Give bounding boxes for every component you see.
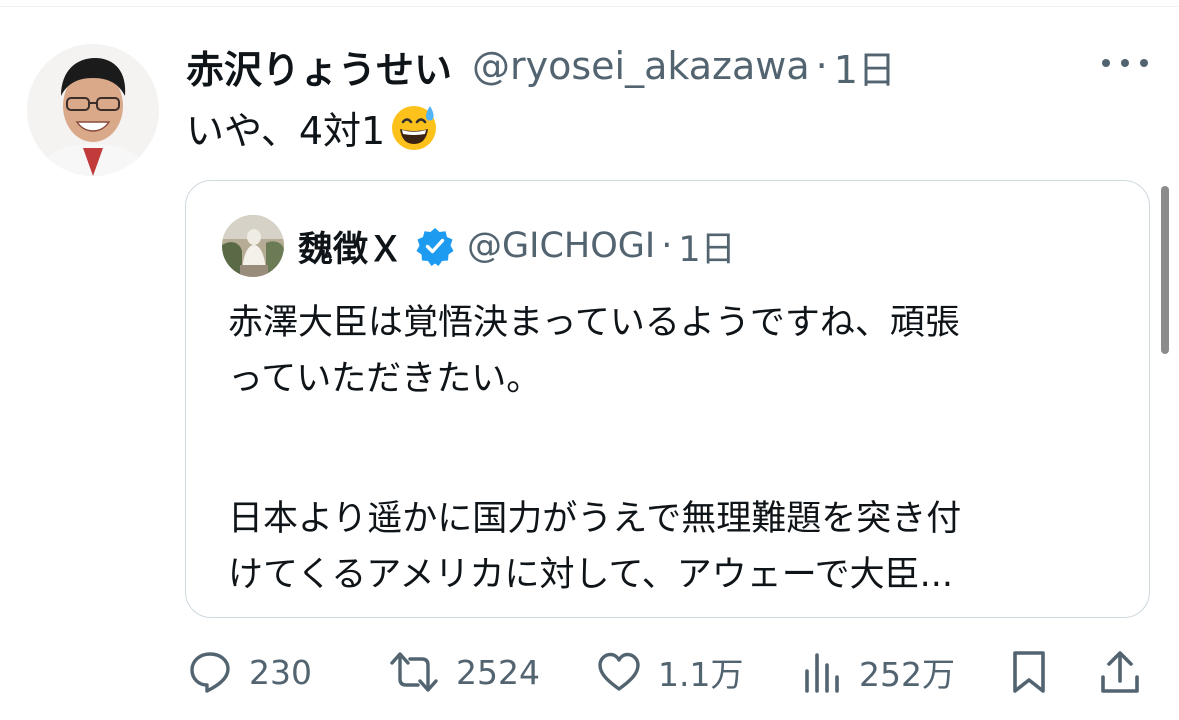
- tweet-view: 赤沢りょうせい @ryosei_akazawa · 1日 いや、4対1 魏徴Ｘ …: [0, 0, 1179, 720]
- retweet-button[interactable]: 2524: [388, 640, 540, 704]
- tweet-time[interactable]: 1日: [834, 39, 896, 94]
- heart-icon: [596, 649, 642, 695]
- views-count: 252万: [859, 655, 955, 694]
- tweet-header: 赤沢りょうせい @ryosei_akazawa · 1日: [186, 38, 896, 94]
- verified-badge-icon[interactable]: [415, 226, 455, 266]
- divider: [0, 6, 1179, 7]
- tweet-text-content: いや、4対1: [186, 108, 386, 153]
- quoted-tweet-text: 赤澤大臣は覚悟決まっているようですね、頑張 っていただきたい。 日本より遥かに国…: [228, 295, 1118, 603]
- quoted-text-line: っていただきたい。: [228, 359, 542, 399]
- more-options-icon[interactable]: [1102, 50, 1148, 76]
- reply-button[interactable]: 230: [187, 640, 312, 704]
- share-button[interactable]: [1098, 640, 1142, 704]
- share-icon: [1098, 649, 1142, 695]
- quoted-author-avatar[interactable]: [222, 215, 284, 277]
- separator-dot: ·: [661, 226, 673, 266]
- author-avatar[interactable]: [27, 44, 159, 176]
- views-button[interactable]: 252万: [801, 640, 955, 704]
- quoted-tweet-card[interactable]: 魏徴Ｘ @GICHOGI · 1日 赤澤大臣は覚悟決まっているようですね、頑張 …: [185, 180, 1150, 618]
- quoted-author-name[interactable]: 魏徴Ｘ: [298, 221, 403, 272]
- retweet-icon: [388, 649, 440, 695]
- quoted-tweet-header: 魏徴Ｘ @GICHOGI · 1日: [298, 221, 736, 271]
- reply-icon: [187, 649, 233, 695]
- quoted-text-line: 日本より遥かに国力がうえで無理難題を突き付: [228, 499, 962, 539]
- like-button[interactable]: 1.1万: [596, 640, 743, 704]
- grinning-face-with-sweat-icon: [389, 102, 439, 152]
- action-bar: 230 2524 1.1万 252万: [185, 640, 1145, 704]
- bookmark-button[interactable]: [1009, 640, 1049, 704]
- quoted-author-handle[interactable]: @GICHOGI: [467, 226, 655, 266]
- author-handle[interactable]: @ryosei_akazawa: [472, 44, 810, 88]
- views-icon: [801, 649, 843, 695]
- retweet-count: 2524: [456, 652, 540, 692]
- separator-dot: ·: [815, 44, 828, 88]
- reply-count: 230: [249, 652, 312, 692]
- tweet-text: いや、4対1: [186, 100, 439, 154]
- scrollbar[interactable]: [1161, 186, 1169, 354]
- bookmark-icon: [1009, 649, 1049, 695]
- quoted-text-line: けてくるアメリカに対して、アウェーで大臣...: [228, 555, 953, 595]
- quoted-tweet-time[interactable]: 1日: [678, 221, 735, 272]
- author-name[interactable]: 赤沢りょうせい: [186, 39, 452, 94]
- quoted-text-line: 赤澤大臣は覚悟決まっているようですね、頑張: [228, 303, 960, 343]
- like-count: 1.1万: [658, 655, 744, 694]
